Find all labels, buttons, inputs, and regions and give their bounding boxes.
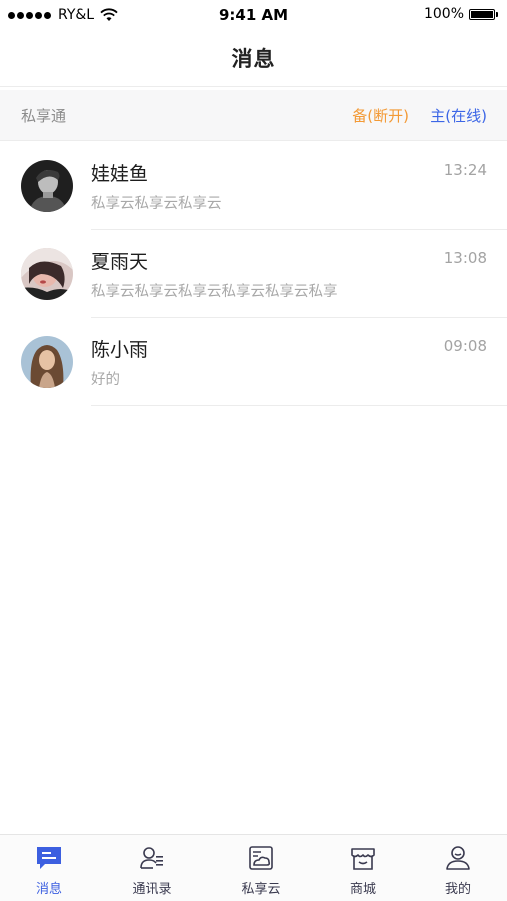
tab-private-cloud[interactable]: 私享云 [221, 835, 301, 901]
tab-label: 通讯录 [132, 882, 172, 897]
battery-percent: 100% [423, 6, 464, 22]
tab-contacts[interactable]: 通讯录 [112, 835, 192, 901]
status-right: 100% [423, 6, 498, 22]
store-icon [351, 848, 375, 870]
cloud-gallery-icon [249, 846, 273, 870]
avatar [21, 248, 73, 300]
page-title: 消息 [231, 47, 276, 71]
avatar [21, 160, 73, 212]
profile-icon [446, 846, 470, 870]
tab-store[interactable]: 商城 [323, 835, 403, 901]
tab-label: 消息 [35, 882, 62, 897]
tab-profile[interactable]: 我的 [418, 835, 498, 901]
status-bar: RY&L 9:41 AM 100% [0, 0, 507, 30]
conversation-item[interactable]: 夏雨天 13:08 私享云私享云私享云私享云私享云私享 [0, 230, 507, 318]
connection-status-bar: 私享通 备(断开) 主(在线) [0, 90, 507, 141]
contact-name: 娃娃鱼 [91, 163, 149, 185]
navigation-bar: 消息 [0, 30, 507, 87]
avatar [21, 336, 73, 388]
conversation-item[interactable]: 娃娃鱼 13:24 私享云私享云私享云 [0, 142, 507, 230]
message-time: 13:24 [443, 161, 487, 179]
backup-server-status[interactable]: 备(断开) [352, 105, 409, 126]
message-time: 13:08 [443, 249, 487, 267]
conversation-list: 娃娃鱼 13:24 私享云私享云私享云 夏雨天 13:08 私享云私享云私享云私… [0, 142, 507, 406]
message-preview: 私享云私享云私享云 [91, 196, 222, 212]
message-time: 09:08 [443, 337, 487, 355]
main-server-status[interactable]: 主(在线) [430, 105, 487, 126]
contact-name: 陈小雨 [91, 339, 149, 361]
contact-name: 夏雨天 [91, 251, 149, 273]
tab-label: 我的 [444, 882, 471, 897]
tab-bar: 消息 通讯录 私享云 商城 我的 [0, 834, 507, 901]
battery-icon [469, 8, 498, 20]
divider [91, 405, 507, 406]
message-icon [37, 847, 61, 869]
tab-label: 私享云 [241, 882, 281, 897]
contacts-icon [140, 847, 163, 869]
message-preview: 好的 [91, 372, 120, 388]
section-label: 私享通 [21, 107, 67, 125]
message-preview: 私享云私享云私享云私享云私享云私享 [91, 284, 338, 300]
tab-messages[interactable]: 消息 [9, 835, 89, 901]
tab-label: 商城 [349, 882, 376, 897]
conversation-item[interactable]: 陈小雨 09:08 好的 [0, 318, 507, 406]
